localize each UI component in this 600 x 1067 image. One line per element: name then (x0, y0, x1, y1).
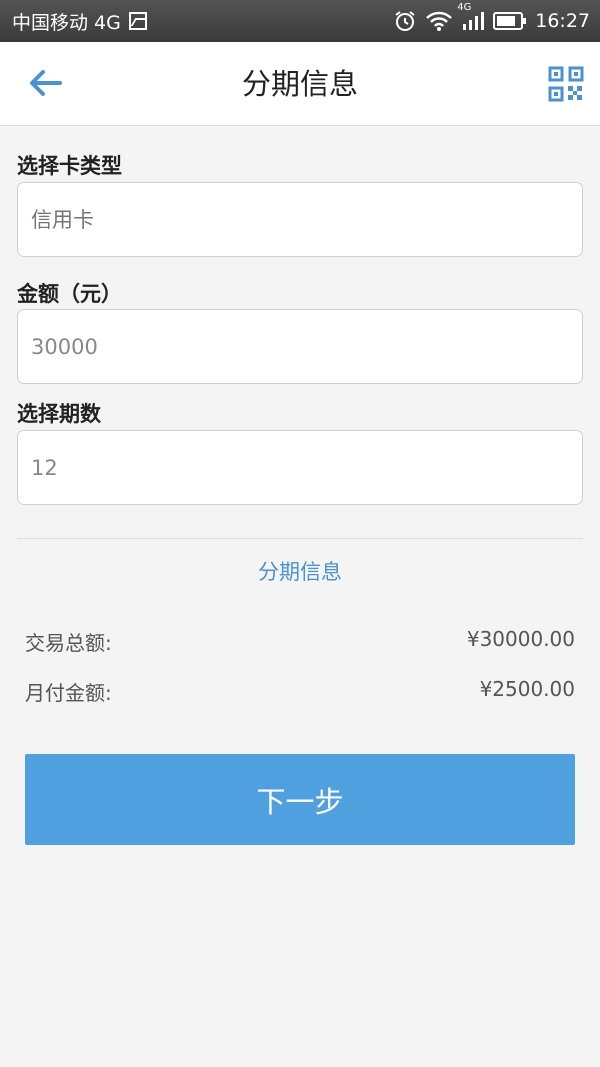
clock-time: 16:27 (535, 10, 590, 32)
installment-section-title: 分期信息 (258, 560, 342, 584)
amount-label: 金额（元） (17, 282, 122, 306)
wifi-icon (425, 10, 453, 32)
summary-row-total: 交易总额: ¥30000.00 (25, 627, 575, 656)
section-divider (17, 538, 583, 539)
qr-code-button[interactable] (548, 66, 584, 102)
amount-input[interactable] (17, 309, 583, 384)
network-type-label: 4G (457, 2, 472, 13)
card-type-label: 选择卡类型 (17, 154, 122, 178)
summary-row-label: 交易总额: (25, 631, 112, 655)
periods-select[interactable] (17, 430, 583, 505)
qr-code-icon (548, 66, 584, 102)
summary-row-monthly: 月付金额: ¥2500.00 (25, 677, 575, 706)
summary-row-value: ¥30000.00 (466, 627, 575, 651)
battery-icon (493, 11, 527, 31)
alarm-clock-icon (393, 9, 417, 33)
back-button[interactable] (24, 64, 66, 102)
status-bar-left: 中国移动 4G (12, 8, 147, 35)
periods-label: 选择期数 (17, 402, 101, 426)
page-title: 分期信息 (241, 67, 358, 101)
image-notification-icon (128, 12, 147, 30)
card-type-select[interactable] (17, 182, 583, 257)
next-step-button[interactable]: 下一步 (25, 754, 575, 845)
status-bar-right: 4G 16:27 (393, 2, 590, 33)
carrier-label: 中国移动 4G (12, 11, 121, 34)
status-bar: 中国移动 4G 4G 16:27 (0, 0, 600, 42)
summary-row-label: 月付金额: (25, 681, 112, 705)
cell-signal-icon: 4G (457, 2, 485, 32)
nav-bar: 分期信息 (0, 42, 600, 126)
summary-row-value: ¥2500.00 (479, 677, 575, 701)
arrow-left-icon (30, 70, 62, 96)
